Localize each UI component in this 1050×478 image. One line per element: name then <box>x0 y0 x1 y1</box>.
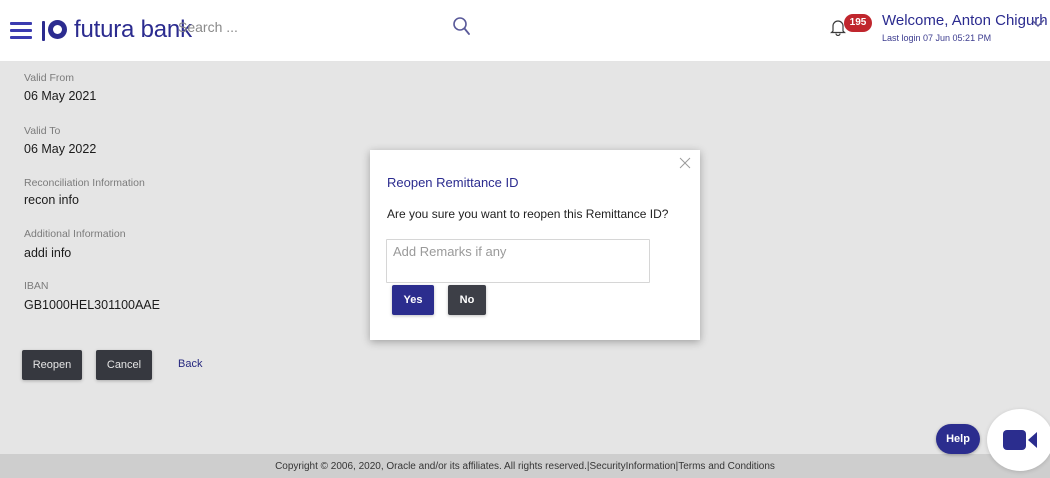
remarks-field[interactable] <box>386 239 650 283</box>
yes-button[interactable]: Yes <box>392 285 434 315</box>
chevron-down-icon[interactable] <box>1031 18 1045 28</box>
search-input[interactable]: Search ... <box>178 19 238 35</box>
no-button[interactable]: No <box>448 285 486 315</box>
video-call-button[interactable] <box>987 409 1050 471</box>
dialog-message: Are you sure you want to reopen this Rem… <box>387 207 669 221</box>
welcome-text[interactable]: Welcome, Anton Chigurh <box>882 12 1048 29</box>
dialog-title: Reopen Remittance ID <box>387 175 519 190</box>
close-icon[interactable] <box>679 157 691 169</box>
brand-logo[interactable]: futura bank <box>40 14 192 46</box>
notification-badge[interactable]: 195 <box>844 14 872 32</box>
brand-name: futura bank <box>74 16 192 43</box>
futura-logo-icon <box>40 16 68 44</box>
search-icon[interactable] <box>452 16 472 38</box>
reopen-dialog: Reopen Remittance ID Are you sure you wa… <box>370 150 700 340</box>
hamburger-menu-icon[interactable] <box>10 22 32 40</box>
top-header: futura bank Search ... 195 Welcome, Anto… <box>0 0 1050 62</box>
last-login-text: Last login 07 Jun 05:21 PM <box>882 33 992 43</box>
video-camera-icon <box>1003 430 1037 450</box>
help-button[interactable]: Help <box>936 424 980 454</box>
